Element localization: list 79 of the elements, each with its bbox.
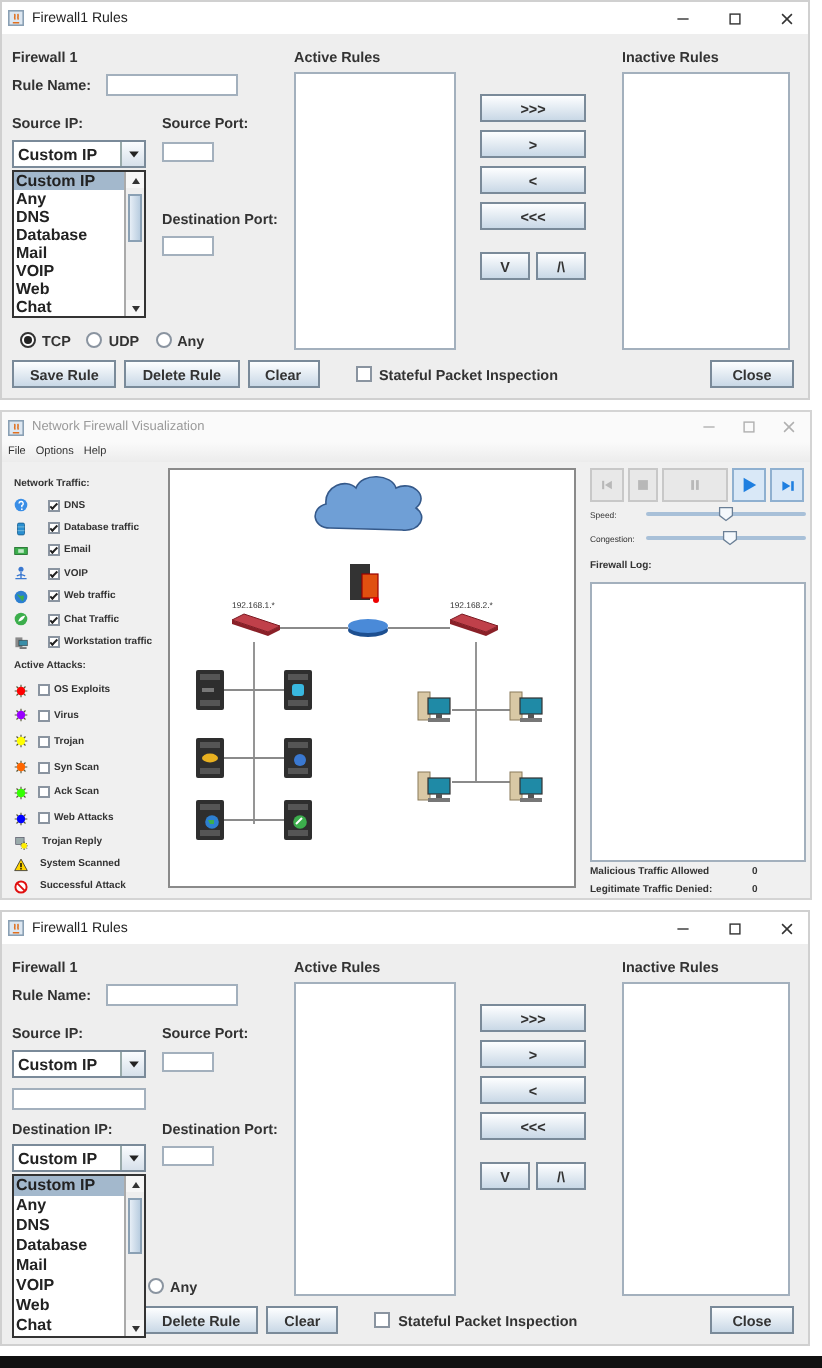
switch-icon (231, 613, 281, 636)
database-icon (14, 521, 28, 536)
dropdown[interactable]: Custom IP (12, 1050, 146, 1078)
computer-icon (14, 635, 28, 650)
dropdown-option[interactable]: DNS (14, 1216, 124, 1236)
mail-icon (14, 543, 28, 558)
dropdown[interactable]: Custom IP (12, 1144, 146, 1172)
server-icon (284, 670, 312, 710)
server-icon (284, 738, 312, 778)
server-icon (196, 738, 224, 778)
pause-icon (688, 478, 702, 492)
server-icon (196, 800, 224, 840)
slider[interactable] (646, 506, 806, 522)
caret-icon (127, 148, 139, 160)
port-field[interactable] (162, 1052, 214, 1072)
rules-list[interactable] (294, 72, 456, 350)
dropdown-option[interactable]: Web (14, 1296, 124, 1316)
warning-icon (14, 857, 28, 872)
cloud-icon (314, 475, 423, 531)
maximize-icon[interactable] (728, 921, 742, 935)
server-icon (284, 800, 312, 840)
switch-icon (449, 613, 499, 636)
dropdown-option[interactable]: Any (14, 190, 124, 208)
close-icon[interactable] (780, 11, 794, 25)
rule-name-field[interactable] (105, 984, 238, 1006)
network-link (387, 627, 451, 629)
computer-icon (417, 691, 451, 722)
dropdown-option[interactable]: VOIP (14, 262, 124, 280)
computer-icon (509, 691, 543, 722)
scrollbar[interactable] (124, 172, 144, 316)
maximize-icon[interactable] (728, 11, 742, 25)
ip-address-field[interactable] (12, 1088, 146, 1110)
dropdown-option[interactable]: VOIP (14, 1276, 124, 1296)
caret-icon (127, 1058, 139, 1070)
dropdown-option[interactable]: Any (14, 1196, 124, 1216)
computer-icon (509, 771, 543, 802)
chat-icon (14, 612, 28, 627)
skip-forward-icon (779, 477, 795, 493)
rule-name-field[interactable] (105, 74, 238, 96)
rules-list[interactable] (622, 72, 790, 350)
dropdown-option[interactable]: Chat (14, 1316, 124, 1336)
dropdown-option[interactable]: DNS (14, 208, 124, 226)
close-icon[interactable] (780, 921, 794, 935)
router-icon (348, 619, 388, 637)
help-icon (14, 498, 28, 513)
port-field[interactable] (162, 142, 214, 162)
stop-icon (636, 478, 650, 492)
port-field[interactable] (162, 236, 214, 256)
dropdown-option[interactable]: Chat (14, 298, 124, 316)
media-button[interactable] (732, 468, 766, 502)
dropdown-option[interactable]: Mail (14, 244, 124, 262)
server-icon (196, 670, 224, 710)
play-icon (740, 476, 758, 494)
firewall-icon (350, 564, 379, 603)
scrollbar[interactable] (124, 1176, 144, 1336)
rules-list[interactable] (622, 982, 790, 1296)
dropdown-option[interactable]: Database (14, 226, 124, 244)
computer-icon (417, 771, 451, 802)
slider[interactable] (646, 530, 806, 546)
caret-icon (127, 1152, 139, 1164)
network-icon (14, 566, 28, 581)
app-icon (8, 419, 24, 435)
app-icon (8, 10, 24, 26)
app-icon (8, 920, 24, 936)
dropdown[interactable]: Custom IP (12, 140, 146, 168)
dropdown-option[interactable]: Web (14, 280, 124, 298)
dropdown-option[interactable]: Custom IP (14, 1176, 124, 1196)
dropdown-option[interactable]: Database (14, 1236, 124, 1256)
slider-thumb[interactable] (722, 530, 739, 546)
network-link (279, 627, 349, 629)
media-button[interactable] (770, 468, 804, 502)
globe-icon (14, 589, 28, 604)
dropdown-option[interactable]: Custom IP (14, 172, 124, 190)
port-field[interactable] (162, 1146, 214, 1166)
rules-list[interactable] (294, 982, 456, 1296)
prohibited-icon (14, 879, 28, 894)
slider-thumb[interactable] (718, 506, 734, 522)
dropdown-option[interactable]: Mail (14, 1256, 124, 1276)
skip-back-icon (600, 478, 614, 492)
